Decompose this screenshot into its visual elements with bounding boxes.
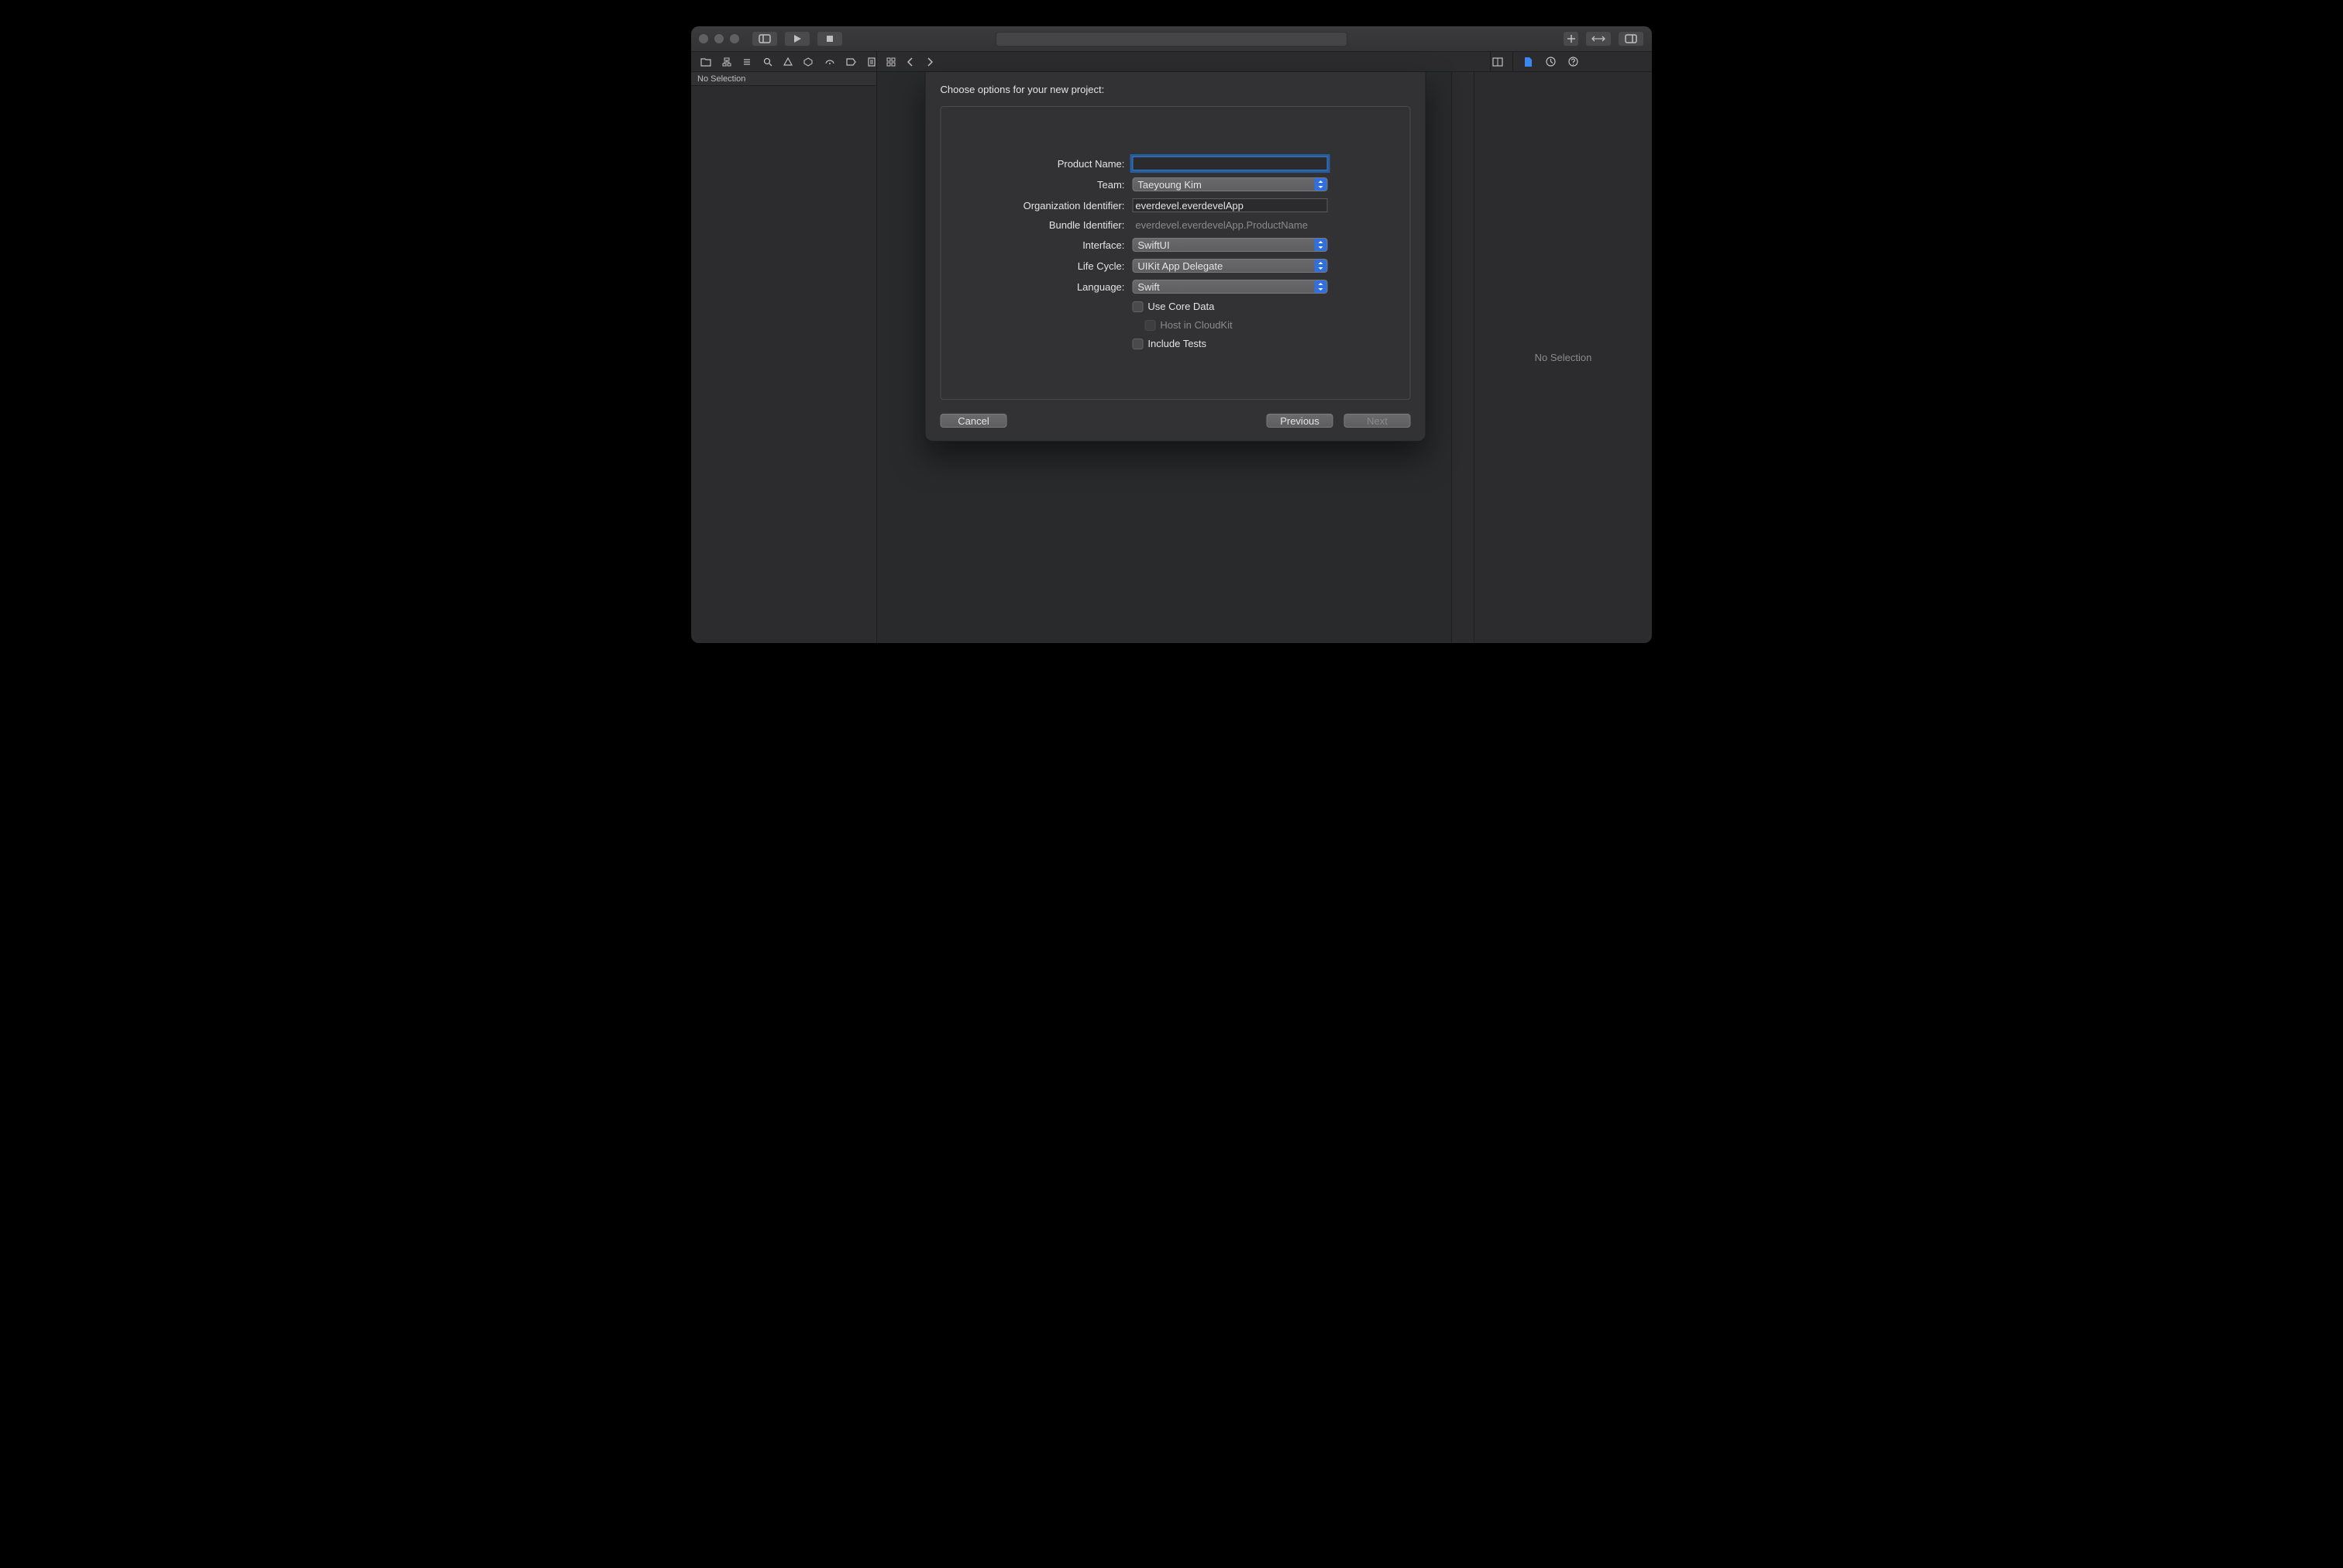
use-core-data-checkbox[interactable] <box>1132 301 1143 312</box>
stop-button[interactable] <box>817 31 843 46</box>
toggle-navigator-button[interactable] <box>752 31 778 46</box>
previous-button[interactable]: Previous <box>1267 414 1333 428</box>
options-form: Product Name: Team: Taeyoung Kim Organiz… <box>1024 156 1328 349</box>
symbol-navigator-icon[interactable] <box>742 56 752 67</box>
arrows-icon <box>1591 34 1605 43</box>
interface-popup[interactable]: SwiftUI <box>1132 238 1327 252</box>
life-cycle-popup[interactable]: UIKit App Delegate <box>1132 259 1327 273</box>
use-core-data-label: Use Core Data <box>1147 301 1214 312</box>
stop-icon <box>825 34 834 43</box>
adjust-editor-icon[interactable] <box>1492 56 1504 67</box>
inspector-area: No Selection <box>1474 72 1652 643</box>
project-navigator-icon[interactable] <box>700 56 711 67</box>
minimap-gutter <box>1451 72 1474 643</box>
next-button: Next <box>1344 414 1411 428</box>
interface-value: SwiftUI <box>1137 239 1169 251</box>
tab-bar <box>691 52 1652 72</box>
inspector-empty-text: No Selection <box>1535 352 1592 363</box>
close-window-button[interactable] <box>699 34 708 43</box>
forward-button[interactable] <box>924 56 935 67</box>
activity-viewer[interactable] <box>996 32 1347 46</box>
zoom-window-button[interactable] <box>730 34 739 43</box>
life-cycle-value: UIKit App Delegate <box>1137 260 1223 272</box>
language-value: Swift <box>1137 281 1159 293</box>
sheet-footer: Cancel Previous Next <box>941 414 1411 428</box>
library-button[interactable] <box>1563 31 1579 46</box>
bundle-identifier-label: Bundle Identifier: <box>1024 219 1125 231</box>
team-popup[interactable]: Taeyoung Kim <box>1132 177 1327 191</box>
report-navigator-icon[interactable] <box>867 56 876 67</box>
host-in-cloudkit-checkbox <box>1144 320 1155 331</box>
editor-area: Choose options for your new project: Pro… <box>877 72 1474 643</box>
interface-label: Interface: <box>1024 239 1125 251</box>
navigator-selector <box>691 52 877 71</box>
navigator-area: No Selection <box>691 72 877 643</box>
help-inspector-tab[interactable] <box>1567 56 1579 67</box>
include-tests-label: Include Tests <box>1147 338 1206 349</box>
minimize-window-button[interactable] <box>714 34 724 43</box>
breakpoint-navigator-icon[interactable] <box>846 56 856 67</box>
debug-navigator-icon[interactable] <box>824 56 835 67</box>
back-button[interactable] <box>904 56 916 67</box>
related-items-icon[interactable] <box>885 56 896 67</box>
source-control-navigator-icon[interactable] <box>722 56 731 67</box>
run-button[interactable] <box>784 31 810 46</box>
traffic-lights <box>699 34 739 43</box>
host-in-cloudkit-label: Host in CloudKit <box>1160 319 1232 331</box>
navigator-info: No Selection <box>691 72 876 86</box>
language-popup[interactable]: Swift <box>1132 280 1327 294</box>
include-tests-checkbox[interactable] <box>1132 339 1143 349</box>
sheet-body: Product Name: Team: Taeyoung Kim Organiz… <box>941 106 1411 400</box>
plus-icon <box>1567 34 1576 43</box>
window-body: No Selection Choose options for your new… <box>691 72 1652 643</box>
toggle-inspector-button[interactable] <box>1618 31 1644 46</box>
product-name-label: Product Name: <box>1024 158 1125 170</box>
file-inspector-tab[interactable] <box>1522 56 1534 67</box>
test-navigator-icon[interactable] <box>803 56 813 67</box>
sidebar-right-icon <box>1625 34 1637 43</box>
team-value: Taeyoung Kim <box>1137 179 1201 191</box>
chevron-updown-icon <box>1317 180 1323 189</box>
sidebar-left-icon <box>759 34 771 43</box>
xcode-window: No Selection Choose options for your new… <box>691 26 1652 643</box>
chevron-updown-icon <box>1317 240 1323 249</box>
cancel-button[interactable]: Cancel <box>941 414 1007 428</box>
new-project-options-sheet: Choose options for your new project: Pro… <box>925 72 1426 442</box>
organization-identifier-field[interactable] <box>1132 198 1327 212</box>
history-inspector-tab[interactable] <box>1545 56 1557 67</box>
product-name-field[interactable] <box>1132 156 1327 170</box>
bundle-identifier-value: everdevel.everdevelApp.ProductName <box>1132 219 1327 231</box>
sheet-title: Choose options for your new project: <box>941 84 1411 95</box>
issue-navigator-icon[interactable] <box>783 56 793 67</box>
team-label: Team: <box>1024 179 1125 191</box>
find-navigator-icon[interactable] <box>763 56 772 67</box>
chevron-updown-icon <box>1317 282 1323 291</box>
titlebar <box>691 26 1652 52</box>
play-icon <box>793 34 802 43</box>
code-review-button[interactable] <box>1585 31 1612 46</box>
organization-identifier-label: Organization Identifier: <box>1024 200 1125 211</box>
language-label: Language: <box>1024 281 1125 293</box>
chevron-updown-icon <box>1317 261 1323 270</box>
life-cycle-label: Life Cycle: <box>1024 260 1125 272</box>
